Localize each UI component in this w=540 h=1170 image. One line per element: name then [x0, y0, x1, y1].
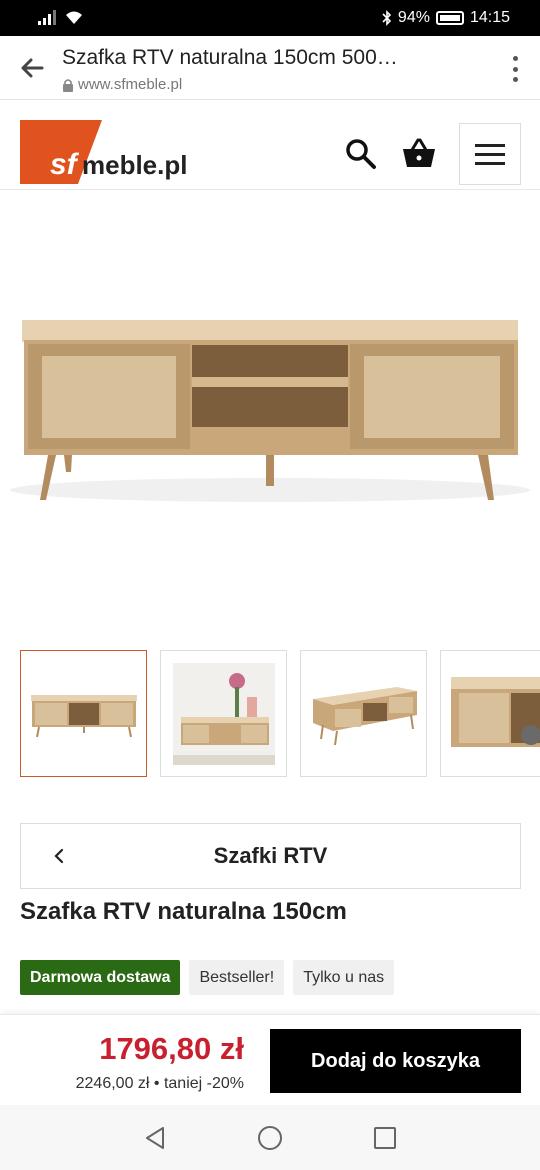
status-bar: 94% 14:15	[0, 0, 540, 36]
more-vert-icon[interactable]	[510, 56, 520, 82]
basket-icon[interactable]	[401, 136, 437, 172]
hamburger-icon[interactable]	[459, 123, 521, 185]
add-to-cart-button[interactable]: Dodaj do koszyka	[270, 1029, 521, 1093]
page-title[interactable]: Szafka RTV naturalna 150cm 500…	[62, 46, 452, 70]
thumbnail-4[interactable]	[440, 650, 540, 777]
system-nav-bar	[0, 1105, 540, 1170]
badge-row: Darmowa dostawa Bestseller! Tylko u nas	[20, 960, 395, 995]
logo-mark: ® sf meble.pl	[20, 120, 187, 184]
site-logo[interactable]: ® sf meble.pl	[20, 118, 190, 186]
battery-icon	[435, 11, 464, 25]
bluetooth-icon	[382, 10, 392, 26]
clock: 14:15	[469, 9, 510, 26]
tv-cabinet-illustration	[10, 320, 530, 502]
logo-text: meble.pl	[82, 150, 187, 180]
old-price: 2246,00 zł • taniej -20%	[75, 1075, 244, 1092]
site-header: ® sf meble.pl	[0, 100, 540, 190]
price: 1796,80 zł	[99, 1031, 244, 1066]
category-label: Szafki RTV	[213, 843, 328, 868]
nav-home-icon[interactable]	[256, 1124, 284, 1152]
badge-bestseller: Bestseller!	[189, 960, 285, 995]
product-main-image[interactable]	[0, 190, 540, 640]
nav-back-icon[interactable]	[141, 1124, 169, 1152]
thumbnail-strip	[20, 650, 540, 778]
thumbnail-2[interactable]	[160, 650, 287, 777]
search-icon[interactable]	[343, 136, 379, 172]
category-breadcrumb[interactable]: Szafki RTV	[20, 823, 521, 889]
url-line[interactable]: www.sfmeble.pl	[62, 76, 182, 93]
browser-bar: Szafka RTV naturalna 150cm 500… www.sfme…	[0, 36, 540, 100]
battery-percent: 94%	[397, 9, 430, 26]
price-bar: 1796,80 zł 2246,00 zł • taniej -20% Doda…	[0, 1014, 540, 1105]
signal-icon	[38, 10, 56, 25]
logo-sf: sf	[50, 148, 80, 181]
badge-exclusive: Tylko u nas	[293, 960, 395, 995]
back-arrow-icon[interactable]	[18, 54, 46, 82]
nav-recents-icon[interactable]	[371, 1124, 399, 1152]
product-title: Szafka RTV naturalna 150cm	[20, 898, 347, 925]
url-text: www.sfmeble.pl	[78, 76, 183, 93]
wifi-icon	[66, 11, 82, 24]
thumbnail-3[interactable]	[300, 650, 427, 777]
logo-registered: ®	[22, 120, 29, 130]
badge-free-delivery: Darmowa dostawa	[20, 960, 181, 995]
lock-icon	[63, 78, 73, 92]
thumbnail-1[interactable]	[20, 650, 147, 777]
